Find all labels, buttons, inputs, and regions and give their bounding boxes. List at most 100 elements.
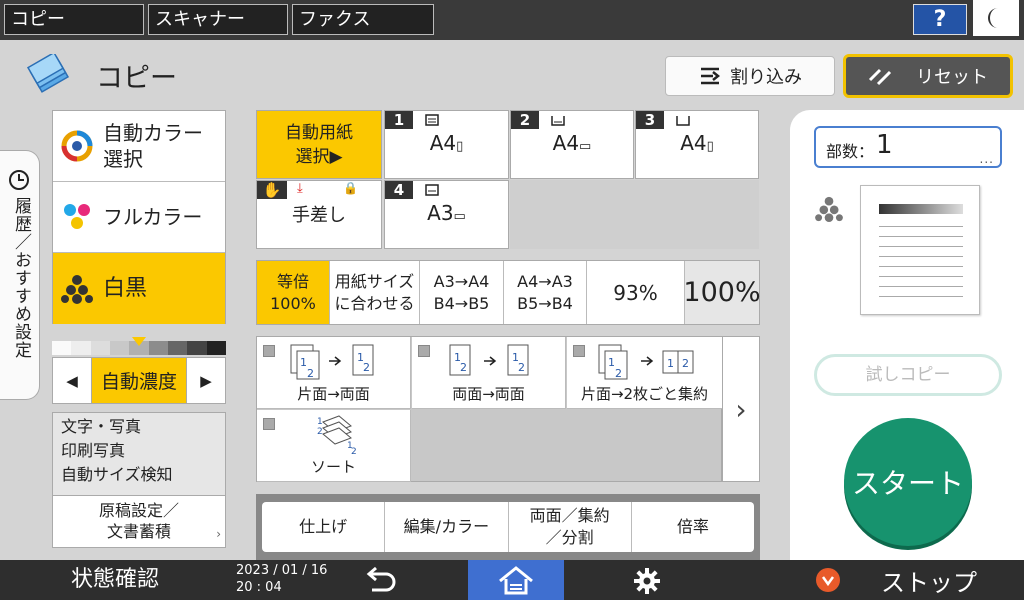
- auto-paper-select-button[interactable]: 自動用紙 選択▶: [256, 110, 382, 179]
- stop-button[interactable]: ストップ: [793, 560, 1024, 600]
- checkbox: [263, 345, 275, 357]
- tab-fax[interactable]: ファクス: [292, 4, 434, 35]
- tray-4-button[interactable]: 4 A3▭: [384, 180, 509, 249]
- svg-text:2: 2: [363, 361, 370, 374]
- clock-icon: [9, 170, 29, 190]
- tray-paper-size: A4▯: [680, 131, 714, 155]
- copy-preview: [860, 185, 980, 315]
- tab-edit-color[interactable]: 編集/カラー: [385, 502, 509, 552]
- duplex-2to2-button[interactable]: 12 12 両面→両面: [412, 337, 566, 409]
- full-color-button[interactable]: フルカラー: [53, 182, 225, 253]
- checkbox: [573, 345, 585, 357]
- full-color-icon: [64, 204, 90, 229]
- tray-number: 3: [636, 111, 664, 129]
- svg-text:2: 2: [317, 427, 323, 437]
- moon-icon: [988, 8, 998, 28]
- chevron-right-icon[interactable]: ›: [722, 336, 760, 482]
- bypass-label: 手差し: [292, 205, 346, 226]
- paper-panel-filler: [510, 180, 759, 249]
- svg-text:1: 1: [300, 356, 307, 369]
- tab-scanner[interactable]: スキャナー: [148, 4, 288, 35]
- copy-app-icon: [24, 51, 74, 98]
- energy-saver-button[interactable]: [973, 0, 1019, 36]
- interrupt-icon: [701, 67, 721, 85]
- tab-copy[interactable]: コピー: [4, 4, 144, 35]
- tab-duplex-combine[interactable]: 両面／集約 ／分割: [509, 502, 632, 552]
- ratio-full-size-button[interactable]: 等倍 100%: [257, 261, 330, 324]
- back-icon[interactable]: [360, 566, 400, 594]
- original-type-text: 文字・写真: [61, 417, 142, 436]
- combine-icon: 12 12: [598, 344, 694, 380]
- svg-text:2: 2: [460, 361, 467, 374]
- page-title: コピー: [96, 63, 177, 94]
- ratio-current-value[interactable]: 100%: [683, 261, 761, 324]
- stop-label: ストップ: [881, 568, 977, 597]
- auto-color-button[interactable]: 自動カラー 選択: [53, 111, 225, 182]
- density-marker: [132, 337, 146, 346]
- tray-paper-size: A4▯: [429, 131, 464, 155]
- black-white-icon: [61, 274, 93, 304]
- bypass-tray-button[interactable]: ✋ ⤓ 🔒 手差し: [256, 180, 382, 249]
- original-settings-label-2: 文書蓄積: [106, 522, 171, 541]
- tray-2-button[interactable]: 2 A4▭: [510, 110, 634, 179]
- duplex-2to2-label: 両面→両面: [452, 385, 525, 403]
- help-button[interactable]: ?: [913, 4, 967, 35]
- history-label: 履歴／おすすめ設定: [11, 197, 31, 359]
- original-photo-text: 印刷写真: [61, 441, 126, 460]
- tray-3-button[interactable]: 3 A4▯: [635, 110, 759, 179]
- black-white-button[interactable]: 白黒: [53, 253, 225, 324]
- tray-number: 1: [385, 111, 413, 129]
- function-tabs: 仕上げ 編集/カラー 両面／集約 ／分割 倍率: [262, 502, 754, 552]
- sort-button[interactable]: 12 12 ソート: [257, 410, 411, 482]
- duplex-1to2-button[interactable]: 12 12 片面→両面: [257, 337, 411, 409]
- auto-color-label-1: 自動カラー: [103, 121, 203, 145]
- duplex-1to2-label: 片面→両面: [297, 385, 370, 403]
- auto-density-button[interactable]: 自動濃度: [91, 358, 187, 403]
- right-panel: 部数： 1 ... 試しコピー スタート: [790, 110, 1024, 560]
- color-mode-panel: 自動カラー 選択 フルカラー 白黒: [52, 110, 226, 324]
- lock-icon: 🔒: [343, 181, 358, 195]
- status-bar: 状態確認 2023 / 01 / 16 20 : 04 ストップ: [0, 560, 1024, 600]
- svg-text:1: 1: [317, 417, 323, 427]
- tray-1-button[interactable]: 1 A4▯: [384, 110, 509, 179]
- checkbox: [418, 345, 430, 357]
- reset-label: リセット: [916, 67, 988, 88]
- tab-finishing[interactable]: 仕上げ: [262, 502, 386, 552]
- svg-text:2: 2: [518, 361, 525, 374]
- tray-icon: [551, 116, 565, 126]
- home-button[interactable]: [468, 560, 564, 600]
- reset-button[interactable]: リセット: [843, 54, 1013, 98]
- ratio-a3-a4-button[interactable]: A3→A4 B4→B5: [420, 261, 504, 324]
- svg-text:2: 2: [307, 367, 314, 380]
- stop-icon: [816, 568, 840, 592]
- simplex-to-duplex-icon: 12 12: [290, 344, 374, 380]
- sample-copy-button[interactable]: 試しコピー: [814, 354, 1002, 396]
- sort-icon: 12 12: [317, 415, 357, 454]
- duplex-panel: 12 12 片面→両面 12 12 両面→両面 12 12 片面→2枚ごと集約: [256, 336, 722, 482]
- density-decrease-button[interactable]: ◀: [53, 358, 91, 403]
- ratio-a4-a3-button[interactable]: A4→A3 B5→B4: [504, 261, 587, 324]
- tray-number: 2: [511, 111, 539, 129]
- ratio-fit-paper-button[interactable]: 用紙サイズ に合わせる: [330, 261, 420, 324]
- status-check-button[interactable]: 状態確認: [0, 560, 230, 600]
- density-control: ◀ 自動濃度 ▶: [52, 357, 226, 404]
- start-button[interactable]: スタート: [844, 418, 972, 546]
- history-tab[interactable]: 履歴／おすすめ設定: [0, 150, 40, 400]
- arrow-down-icon: ⤓: [297, 181, 303, 196]
- original-settings-button[interactable]: 原稿設定／ 文書蓄積 ›: [53, 495, 225, 547]
- tray-icon: [676, 116, 690, 126]
- combine-2in1-button[interactable]: 12 12 片面→2枚ごと集約: [567, 337, 722, 409]
- svg-text:2: 2: [615, 367, 622, 380]
- tab-reduce-enlarge[interactable]: 倍率: [632, 502, 754, 552]
- original-type-panel[interactable]: 文字・写真 印刷写真 自動サイズ検知 原稿設定／ 文書蓄積 ›: [52, 412, 226, 548]
- date-time: 2023 / 01 / 16 20 : 04: [236, 563, 328, 595]
- interrupt-button[interactable]: 割り込み: [665, 56, 835, 96]
- density-increase-button[interactable]: ▶: [187, 358, 225, 403]
- copies-field[interactable]: 部数： 1 ...: [814, 126, 1002, 168]
- top-bar: コピー スキャナー ファクス ?: [0, 0, 1024, 40]
- svg-text:1: 1: [608, 356, 615, 369]
- original-settings-label-1: 原稿設定／: [98, 501, 179, 520]
- tray-icon: [425, 184, 439, 196]
- ratio-93-button[interactable]: 93%: [587, 261, 685, 324]
- gear-icon[interactable]: [634, 568, 660, 594]
